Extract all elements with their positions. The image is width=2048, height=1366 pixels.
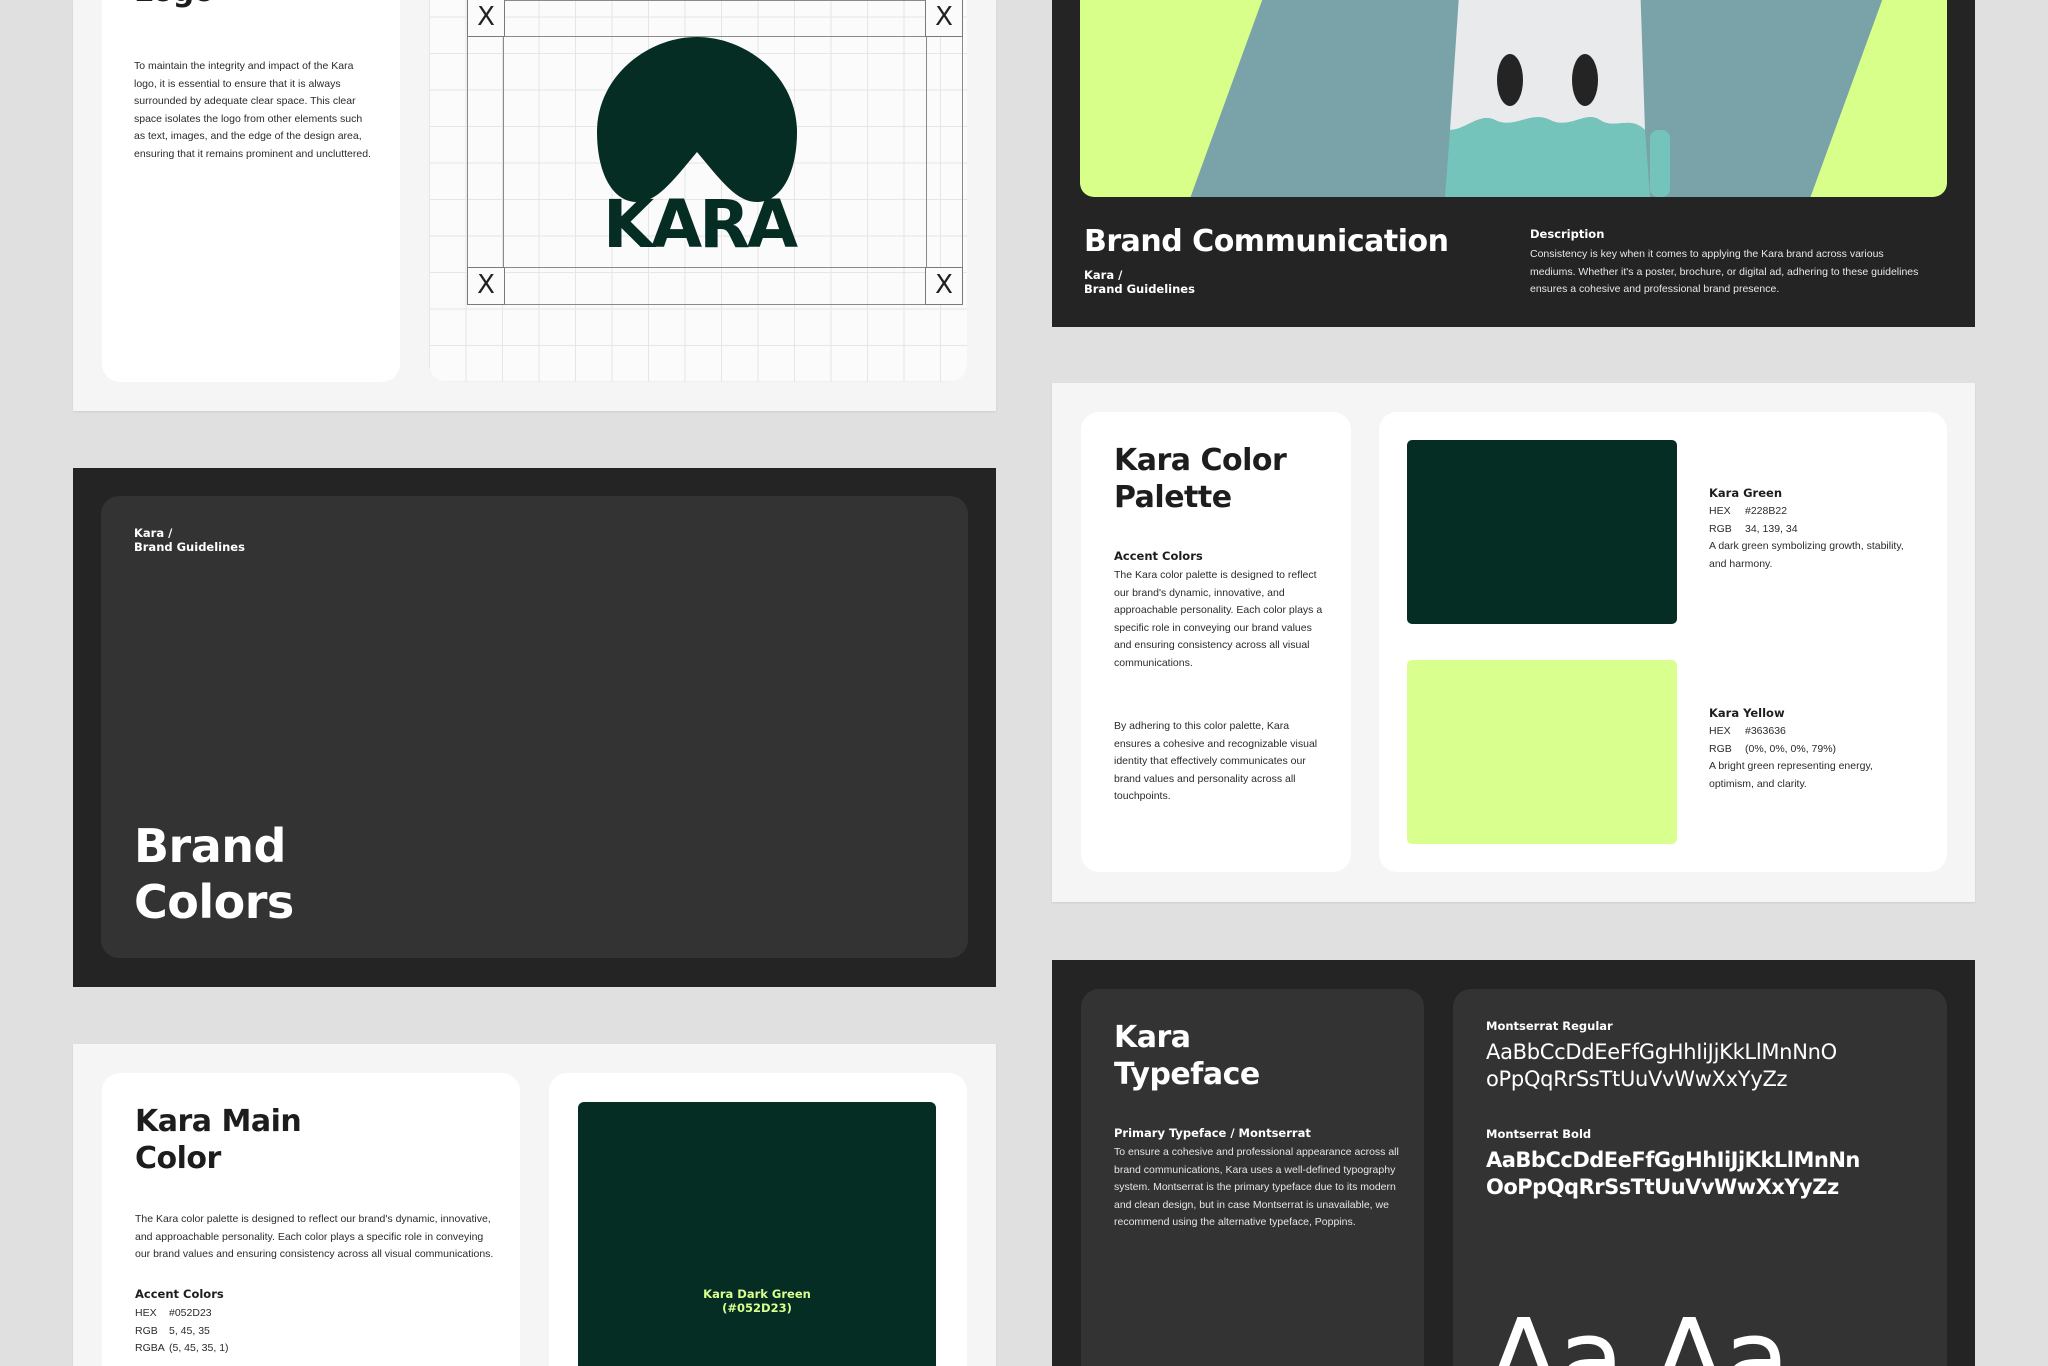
palette-swatch-card: Kara Green HEX #228B22 RGB 34, 139, 34 A d… [1379, 412, 1947, 872]
mountain-logo-icon [597, 37, 797, 202]
rgb-label: RGB [1709, 742, 1732, 755]
main-color-body: The Kara color palette is designed to re… [135, 1213, 494, 1260]
swatch-label: Kara Dark Green (#052D23) [703, 1287, 811, 1315]
hex-row: HEX #052D23 [135, 1305, 229, 1323]
typeface-body: To ensure a cohesive and professional ap… [1114, 1146, 1399, 1228]
palette-text-card: Kara Color Palette Accent Colors The Kar… [1081, 412, 1351, 872]
brand-communication-slide: Brand Communication Kara / Brand Guideli… [1052, 0, 1975, 327]
rgb-label: RGB [135, 1324, 158, 1337]
hex-label: HEX [135, 1307, 157, 1319]
brand-colors-title-line2: Colors [134, 875, 294, 929]
main-color-title: Kara Main Color [135, 1104, 302, 1176]
hex-value: #052D23 [169, 1307, 212, 1319]
swatch-desc: A dark green symbolizing growth, stabili… [1709, 540, 1904, 570]
main-color-slide: Kara Main Color The Kara color palette i… [73, 1044, 996, 1366]
rgba-value: (5, 45, 35, 1) [169, 1342, 229, 1354]
rgb-label: RGB [1709, 522, 1732, 535]
clear-space-x-icon: X [467, 267, 505, 305]
breadcrumb-brand: Kara / [134, 526, 173, 540]
main-color-text-card: Kara Main Color The Kara color palette i… [102, 1073, 520, 1366]
bold-sample: AaBbCcDdEeFfGgHhIiJjKkLlMnNn OoPpQqRrSsT… [1486, 1148, 1860, 1199]
kara-green-swatch [1407, 440, 1677, 624]
swatch-info-yellow: Kara Yellow HEX #363636 RGB (0%, 0%, 0%, 7… [1709, 706, 1919, 793]
description-text: Consistency is key when it comes to appl… [1530, 248, 1919, 295]
rgba-label: RGBA [135, 1342, 165, 1354]
brand-colors-title-line1: Brand [134, 819, 286, 873]
color-palette-slide: Kara Color Palette Accent Colors The Kar… [1052, 383, 1975, 902]
rgb-row: RGB (0%, 0%, 0%, 79%) [1709, 741, 1919, 759]
swatch-name: Kara Yellow [1709, 706, 1785, 720]
logo-wordmark: KARA [602, 186, 798, 263]
hex-label: HEX [1709, 505, 1731, 517]
breadcrumb-page: Brand Guidelines [134, 540, 245, 554]
swatch-name: Kara Green [1709, 486, 1783, 500]
hex-value: #228B22 [1745, 505, 1788, 517]
big-sample: Aa Aa [1486, 1295, 1790, 1366]
hero-image [1080, 0, 1947, 197]
hex-label: HEX [1709, 725, 1731, 737]
hex-row: HEX #228B22 [1709, 503, 1919, 521]
typeface-slide: Kara Typeface Primary Typeface / Montser… [1052, 960, 1975, 1366]
breadcrumb: Kara / Brand Guidelines [134, 526, 245, 554]
typeface-text-card: Kara Typeface Primary Typeface / Montser… [1081, 989, 1424, 1366]
brand-colors-card: Kara / Brand Guidelines Brand Colors [101, 496, 968, 958]
main-color-values: HEX #052D23 RGB 5, 45, 35 RGBA (5, 45, 35, … [135, 1305, 229, 1358]
accent-colors-label: Accent Colors [1114, 549, 1203, 563]
clear-space-x-icon: X [467, 0, 505, 37]
bold-label: Montserrat Bold [1486, 1127, 1592, 1141]
logo-text-card: Logo To maintain the integrity and impac… [102, 0, 400, 382]
brand-colors-title: Brand Colors [134, 818, 294, 930]
regular-label: Montserrat Regular [1486, 1019, 1613, 1033]
kara-yellow-swatch [1407, 660, 1677, 844]
palette-para-1: The Kara color palette is designed to re… [1114, 569, 1323, 669]
rgb-value: 5, 45, 35 [169, 1324, 210, 1337]
swatch-info-green: Kara Green HEX #228B22 RGB 34, 139, 34 A d… [1709, 486, 1919, 573]
logo-slide: Logo To maintain the integrity and impac… [73, 0, 996, 411]
hex-row: HEX #363636 [1709, 723, 1919, 741]
regular-sample: AaBbCcDdEeFfGgHhIiJjKkLlMnNnO oPpQqRrSsT… [1486, 1040, 1837, 1091]
accent-colors-label: Accent Colors [135, 1287, 224, 1301]
typeface-specimen-card: Montserrat Regular AaBbCcDdEeFfGgHhIiJjK… [1453, 989, 1947, 1366]
primary-typeface-label: Primary Typeface / Montserrat [1114, 1126, 1311, 1140]
breadcrumb: Kara / Brand Guidelines [1084, 268, 1195, 296]
rgb-value: (0%, 0%, 0%, 79%) [1745, 742, 1837, 755]
clear-space-x-icon: X [925, 0, 963, 37]
palette-para-2: By adhering to this color palette, Kara … [1114, 720, 1318, 802]
typeface-title: Kara Typeface [1114, 1020, 1260, 1092]
logo-slide-body: To maintain the integrity and impact of … [134, 60, 371, 160]
rgb-row: RGB 5, 45, 35 [135, 1323, 229, 1341]
breadcrumb-brand: Kara / [1084, 268, 1123, 282]
kara-dark-green-swatch: Kara Dark Green (#052D23) [578, 1102, 936, 1366]
brand-colors-slide: Kara / Brand Guidelines Brand Colors [73, 468, 996, 987]
rgb-value: 34, 139, 34 [1745, 522, 1798, 535]
clear-space-x-icon: X [925, 267, 963, 305]
rgb-row: RGB 34, 139, 34 [1709, 521, 1919, 539]
swatch-desc: A bright green representing energy, opti… [1709, 760, 1873, 790]
description-label: Description [1530, 227, 1605, 241]
brand-communication-title: Brand Communication [1084, 224, 1449, 259]
logo-grid-card: X X X X KARA [429, 0, 967, 382]
ghost-figure-icon [1445, 0, 1670, 197]
palette-title: Kara Color Palette [1114, 443, 1287, 515]
breadcrumb-page: Brand Guidelines [1084, 282, 1195, 296]
logo-slide-title: Logo [134, 0, 214, 9]
hex-value: #363636 [1745, 725, 1786, 737]
main-color-swatch-card: Kara Dark Green (#052D23) [549, 1073, 967, 1366]
rgba-row: RGBA (5, 45, 35, 1) [135, 1340, 229, 1358]
